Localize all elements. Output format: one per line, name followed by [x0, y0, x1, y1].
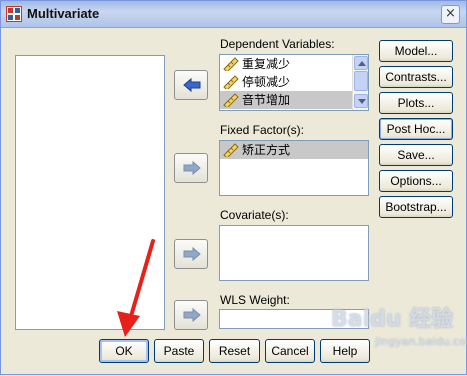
list-item[interactable]: 重复减少	[220, 55, 352, 73]
right-arrow-icon	[183, 160, 201, 176]
close-button[interactable]: ×	[441, 5, 460, 24]
move-dependent-button[interactable]	[174, 70, 208, 100]
contrasts-button[interactable]: Contrasts...	[379, 66, 453, 88]
right-arrow-icon	[183, 246, 201, 262]
list-item-label: 重复减少	[242, 57, 291, 71]
source-variable-list[interactable]	[15, 55, 165, 330]
ruler-icon	[223, 75, 239, 89]
left-arrow-icon	[183, 77, 201, 93]
right-arrow-icon	[183, 307, 201, 323]
dependent-variables-list[interactable]: 重复减少 停顿减少 音节增加	[219, 54, 369, 111]
covariates-list[interactable]	[219, 225, 369, 281]
move-wls-weight-button[interactable]	[174, 300, 208, 330]
list-item-selected[interactable]: 矫正方式	[220, 141, 368, 159]
spss-app-icon	[6, 6, 22, 22]
ruler-icon	[223, 57, 239, 71]
post-hoc-button[interactable]: Post Hoc...	[379, 118, 453, 140]
title-bar[interactable]: Multivariate ×	[1, 1, 466, 28]
scroll-down-button[interactable]	[354, 94, 368, 108]
list-item-label: 停顿减少	[242, 75, 291, 89]
paste-button[interactable]: Paste	[154, 339, 204, 363]
scroll-thumb[interactable]	[354, 71, 368, 91]
window-title: Multivariate	[27, 6, 100, 21]
close-icon: ×	[445, 6, 456, 21]
list-item-label: 音节增加	[242, 93, 291, 107]
watermark-url: jingyan.baidu.com	[375, 335, 467, 348]
dependent-variables-label: Dependent Variables:	[220, 37, 335, 51]
chevron-down-icon	[358, 99, 366, 104]
vertical-scrollbar[interactable]	[352, 55, 368, 110]
ok-button[interactable]: OK	[99, 339, 149, 363]
list-item-label: 矫正方式	[242, 143, 291, 157]
model-button[interactable]: Model...	[379, 40, 453, 62]
help-button[interactable]: Help	[320, 339, 370, 363]
fixed-factors-label: Fixed Factor(s):	[220, 123, 305, 137]
save-button[interactable]: Save...	[379, 144, 453, 166]
multivariate-dialog: Multivariate × Dependent Variables: 重复减少…	[0, 0, 467, 375]
fixed-factors-list[interactable]: 矫正方式	[219, 140, 369, 196]
list-item-selected[interactable]: 音节增加	[220, 91, 352, 109]
cancel-button[interactable]: Cancel	[265, 339, 315, 363]
covariates-label: Covariate(s):	[220, 208, 289, 222]
options-button[interactable]: Options...	[379, 170, 453, 192]
scroll-up-button[interactable]	[354, 56, 368, 70]
ruler-icon	[223, 143, 239, 157]
chevron-up-icon	[358, 61, 366, 66]
reset-button[interactable]: Reset	[209, 339, 260, 363]
bootstrap-button[interactable]: Bootstrap...	[379, 196, 453, 218]
ruler-icon	[223, 93, 239, 107]
move-fixed-factor-button[interactable]	[174, 153, 208, 183]
wls-weight-label: WLS Weight:	[220, 293, 290, 307]
move-covariate-button[interactable]	[174, 239, 208, 269]
plots-button[interactable]: Plots...	[379, 92, 453, 114]
wls-weight-field[interactable]	[219, 309, 369, 329]
list-item[interactable]: 停顿减少	[220, 73, 352, 91]
